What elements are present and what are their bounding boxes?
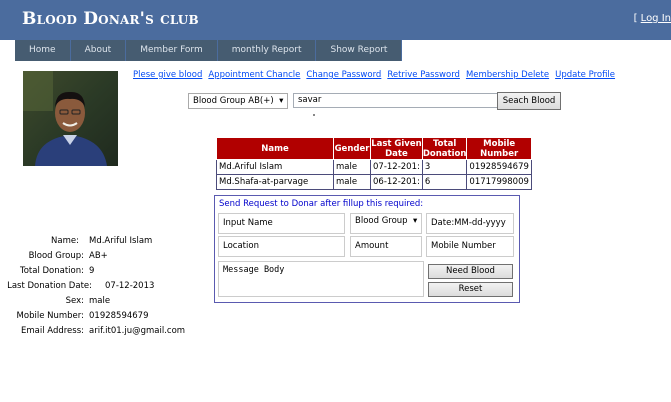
profile-row: Email Address: arif.it01.ju@gmail.com: [0, 324, 185, 339]
profile-value: 07-12-2013: [105, 281, 155, 291]
cell-name: Md.Ariful Islam: [216, 159, 334, 175]
profile-label: Email Address:: [21, 326, 84, 336]
main-nav: Home About Member Form monthly Report Sh…: [15, 40, 403, 61]
chevron-down-icon: ▾: [410, 216, 418, 226]
profile-label: Last Donation Date:: [7, 281, 92, 291]
profile-row: Blood Group: AB+: [0, 249, 185, 264]
search-blood-button[interactable]: Seach Blood: [497, 92, 561, 110]
cell-date: 06-12-201:: [370, 174, 423, 190]
profile-label: Name:: [51, 236, 79, 246]
link-appointment-cancel[interactable]: Appointment Chancle: [208, 70, 300, 80]
donor-table: Name Gender Last Given Date Total Donati…: [216, 137, 532, 190]
profile-row: Last Donation Date: 07-12-2013: [0, 279, 185, 294]
cell-date: 07-12-201:: [370, 159, 423, 175]
link-membership-delete[interactable]: Membership Delete: [466, 70, 549, 80]
nav-about[interactable]: About: [70, 40, 127, 61]
nav-monthly-report[interactable]: monthly Report: [217, 40, 317, 61]
blood-group-value: Blood Group AB(+): [193, 96, 274, 106]
profile-value: arif.it01.ju@gmail.com: [89, 326, 186, 336]
need-blood-button[interactable]: Need Blood: [428, 264, 513, 279]
site-header: Blood Donar's club [ Log In: [0, 0, 671, 40]
table-row: Md.Ariful Islam male 07-12-201: 3 019285…: [216, 159, 532, 175]
request-name-input[interactable]: Input Name: [218, 213, 345, 234]
link-give-blood[interactable]: Plese give blood: [133, 70, 202, 80]
divider-dot: [313, 114, 315, 116]
cell-total: 6: [421, 174, 468, 190]
reset-button[interactable]: Reset: [428, 282, 513, 297]
blood-group-select[interactable]: Blood Group AB(+) ▾: [188, 93, 289, 109]
profile-label: Mobile Number:: [16, 311, 84, 321]
profile-value: 9: [89, 266, 95, 276]
link-retrieve-password[interactable]: Retrive Password: [387, 70, 460, 80]
profile-value: Md.Ariful Islam: [89, 236, 153, 246]
profile-photo: [23, 71, 118, 166]
profile-value: 01928594679: [89, 311, 149, 321]
profile-label: Sex:: [65, 296, 84, 306]
profile-value: AB+: [89, 251, 108, 261]
link-change-password[interactable]: Change Password: [306, 70, 381, 80]
table-row: Md.Shafa-at-parvage male 06-12-201: 6 01…: [216, 174, 532, 190]
profile-value: male: [89, 296, 111, 306]
profile-label: Blood Group:: [28, 251, 84, 261]
col-last-given: Last Given Date: [370, 137, 423, 160]
member-links: Plese give blood Appointment Chancle Cha…: [133, 70, 615, 80]
request-mobile-input[interactable]: Mobile Number: [426, 236, 514, 257]
profile-row: Name: Md.Ariful Islam: [0, 234, 185, 249]
request-form: Send Request to Donar after fillup this …: [214, 195, 520, 303]
cell-total: 3: [421, 159, 468, 175]
col-name: Name: [216, 137, 334, 160]
cell-gender: male: [333, 174, 371, 190]
col-gender: Gender: [333, 137, 371, 160]
cell-gender: male: [333, 159, 371, 175]
chevron-down-icon: ▾: [276, 96, 284, 106]
table-header-row: Name Gender Last Given Date Total Donati…: [216, 137, 532, 160]
location-search-input[interactable]: savar: [293, 93, 503, 108]
cell-mobile: 01717998009: [466, 174, 532, 190]
profile-row: Mobile Number: 01928594679: [0, 309, 185, 324]
login-area: [ Log In: [633, 13, 671, 24]
request-message-textarea[interactable]: Message Body: [218, 261, 424, 297]
request-date-input[interactable]: Date:MM-dd-yyyy: [426, 213, 514, 234]
nav-home[interactable]: Home: [15, 40, 71, 61]
nav-member-form[interactable]: Member Form: [126, 40, 218, 61]
col-mobile: Mobile Number: [466, 137, 532, 160]
cell-name: Md.Shafa-at-parvage: [216, 174, 334, 190]
request-amount-input[interactable]: Amount: [350, 236, 422, 257]
profile-row: Sex: male: [0, 294, 185, 309]
request-blood-group-select[interactable]: Blood Group ▾: [350, 213, 422, 234]
request-blood-group-value: Blood Group: [355, 216, 408, 226]
nav-show-report[interactable]: Show Report: [316, 40, 403, 61]
profile-row: Total Donation: 9: [0, 264, 185, 279]
cell-mobile: 01928594679: [466, 159, 532, 175]
profile-details: Name: Md.Ariful Islam Blood Group: AB+ T…: [0, 234, 185, 339]
profile-label: Total Donation:: [19, 266, 84, 276]
login-link[interactable]: Log In: [641, 13, 671, 24]
link-update-profile[interactable]: Update Profile: [555, 70, 615, 80]
request-location-input[interactable]: Location: [218, 236, 345, 257]
site-title: Blood Donar's club: [22, 9, 199, 29]
request-form-title: Send Request to Donar after fillup this …: [219, 199, 424, 209]
col-total-donation: Total Donation: [421, 137, 468, 160]
